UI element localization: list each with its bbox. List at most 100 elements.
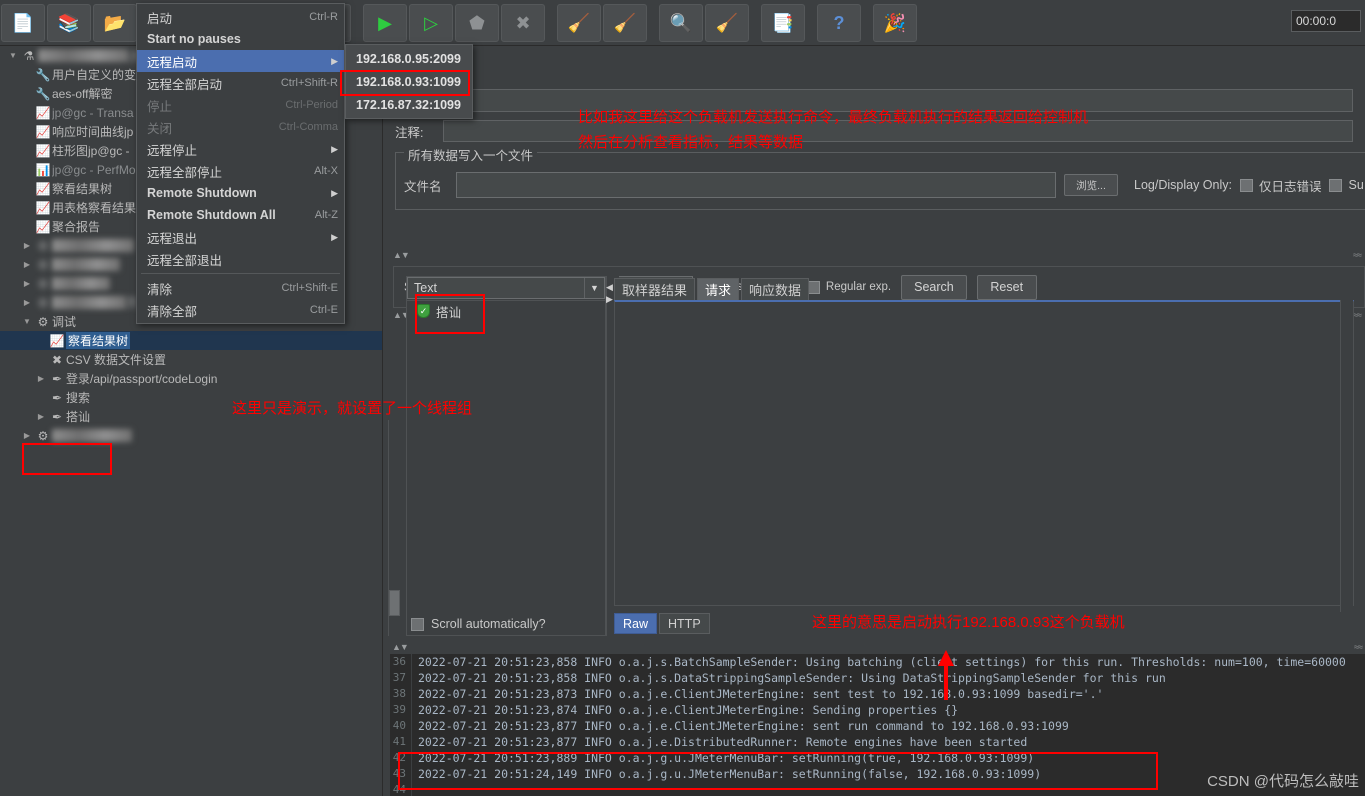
templates-icon: 📚 <box>58 14 80 32</box>
splitter-grip-icon-3[interactable]: ≈≈ <box>1354 642 1362 652</box>
chevron-right-icon[interactable]: ▶ <box>20 298 34 307</box>
chevron-right-icon[interactable]: ▶ <box>20 279 34 288</box>
log-line: 372022-07-21 20:51:23,858 INFO o.a.j.s.D… <box>390 670 1365 686</box>
log-line-text: 2022-07-21 20:51:23,858 INFO o.a.j.s.Dat… <box>412 670 1166 686</box>
menu-remote-start-all[interactable]: 远程全部启动Ctrl+Shift-R <box>137 72 344 94</box>
start-no-pauses-button[interactable]: ▷ <box>409 4 453 42</box>
result-list-item[interactable]: ✓搭讪 <box>407 301 605 321</box>
reset-search-icon: 🧹 <box>716 14 738 32</box>
config-icon: 🔧 <box>34 68 52 82</box>
successes-only-checkbox-row[interactable]: Su <box>1329 178 1363 192</box>
log-line-number: 38 <box>390 686 412 702</box>
remote-host-93[interactable]: 192.168.0.93:1099 <box>346 70 472 93</box>
menu-remote-stop[interactable]: 远程停止▶ <box>137 138 344 160</box>
results-tree-panel: Text ▼ ✓搭讪 Scroll automatically? <box>406 276 606 636</box>
results-list[interactable]: ✓搭讪 <box>407 300 605 605</box>
start-icon: ▶ <box>378 14 392 32</box>
scroll-automatically-row[interactable]: Scroll automatically? <box>411 617 546 631</box>
chevron-down-icon[interactable]: ▼ <box>6 51 20 60</box>
clear-button[interactable]: 🧹 <box>557 4 601 42</box>
menu-item-label: 停止 <box>147 96 271 115</box>
raw-http-subtabs[interactable]: RawHTTP <box>614 613 712 634</box>
splitter-arrows-icon[interactable]: ▲▼ <box>393 250 409 260</box>
tree-item[interactable]: ▶✒登录/api/passport/codeLogin <box>0 369 382 388</box>
chevron-right-icon[interactable]: ▶ <box>20 241 34 250</box>
menu-remote-shutdown[interactable]: Remote Shutdown▶ <box>137 182 344 204</box>
tree-item-label: 搜索 <box>66 389 90 406</box>
menu-start-no-pauses[interactable]: Start no pauses <box>137 28 344 50</box>
elapsed-time-clock: 00:00:0 <box>1291 10 1361 32</box>
request-content-area[interactable] <box>614 300 1354 606</box>
shutdown-button[interactable]: ✖ <box>501 4 545 42</box>
request-vertical-scrollbar[interactable] <box>1340 300 1353 612</box>
subtab-http[interactable]: HTTP <box>659 613 710 634</box>
menu-remote-shutdown-all[interactable]: Remote Shutdown All Alt-Z <box>137 204 344 226</box>
chevron-right-icon[interactable]: ▶ <box>20 260 34 269</box>
run-menu[interactable]: 启动Ctrl-RStart no pauses远程启动▶远程全部启动Ctrl+S… <box>136 3 345 324</box>
result-tabstrip[interactable]: 取样器结果请求响应数据 <box>614 276 1354 300</box>
listener-icon: 📈 <box>34 182 52 196</box>
undo-button[interactable]: 🎉 <box>873 4 917 42</box>
tab-sampler-result[interactable]: 取样器结果 <box>614 278 695 300</box>
clear-all-button[interactable]: 🧹 <box>603 4 647 42</box>
splitter-log[interactable]: ▲▼ ≈≈ <box>392 642 1362 652</box>
remote-start-submenu[interactable]: 192.168.0.95:2099192.168.0.93:1099172.16… <box>345 44 473 119</box>
results-render-combo[interactable]: Text ▼ <box>407 277 605 299</box>
splitter-grip-icon[interactable]: ≈≈ <box>1353 250 1361 260</box>
menu-remote-stop-all[interactable]: 远程全部停止Alt-X <box>137 160 344 182</box>
menu-remote-exit[interactable]: 远程退出▶ <box>137 226 344 248</box>
log-line-number: 36 <box>390 654 412 670</box>
tree-item[interactable]: ✖CSV 数据文件设置 <box>0 350 382 369</box>
splitter-right-arrow-icon[interactable]: ▶ <box>606 294 613 305</box>
splitter-top[interactable]: ▲▼ ≈≈ <box>393 250 1361 260</box>
errors-only-checkbox[interactable] <box>1240 179 1253 192</box>
remote-host-32[interactable]: 172.16.87.32:1099 <box>346 93 472 116</box>
config-icon: 🔧 <box>34 87 52 101</box>
menu-item-shortcut: Alt-Z <box>315 209 338 221</box>
stop-button[interactable]: ⬟ <box>455 4 499 42</box>
menu-clear-all[interactable]: 清除全部Ctrl-E <box>137 299 344 321</box>
chevron-right-icon[interactable]: ▶ <box>34 374 48 383</box>
menu-remote-start[interactable]: 远程启动▶ <box>137 50 344 72</box>
new-button[interactable]: 📄 <box>1 4 45 42</box>
listener-icon: 📈 <box>34 201 52 215</box>
chevron-down-icon[interactable]: ▼ <box>584 278 604 298</box>
chevron-right-icon: ▶ <box>331 56 338 67</box>
menu-clear[interactable]: 清除Ctrl+Shift-E <box>137 277 344 299</box>
tab-request[interactable]: 请求 <box>697 278 739 300</box>
successes-only-checkbox[interactable] <box>1329 179 1342 192</box>
splitter-arrows-icon-3[interactable]: ▲▼ <box>392 642 408 652</box>
menu-item-label: Remote Shutdown All <box>147 208 301 222</box>
content-scrollbar-thumb[interactable] <box>389 590 400 616</box>
help-button[interactable]: ? <box>817 4 861 42</box>
remote-host-95[interactable]: 192.168.0.95:2099 <box>346 47 472 70</box>
chevron-down-icon[interactable]: ▼ <box>20 317 34 326</box>
tree-item[interactable]: 📈察看结果树 <box>0 331 382 350</box>
redacted-label <box>52 429 132 442</box>
errors-only-checkbox-row[interactable]: 仅日志错误 <box>1240 176 1322 195</box>
listener-icon: 📈 <box>34 144 52 158</box>
tree-item-label: 搭讪 <box>66 408 90 425</box>
annotation-text-2: 然后在分析查看指标，结果等数据 <box>578 131 803 152</box>
menu-remote-exit-all[interactable]: 远程全部退出 <box>137 248 344 270</box>
redacted-label <box>52 277 110 290</box>
filename-input[interactable] <box>456 172 1056 198</box>
subtab-raw[interactable]: Raw <box>614 613 657 634</box>
function-helper-button[interactable]: 📑 <box>761 4 805 42</box>
help-icon: ? <box>834 14 845 32</box>
chevron-right-icon[interactable]: ▶ <box>20 431 34 440</box>
browse-button[interactable]: 浏览... <box>1064 174 1118 196</box>
open-button[interactable]: 📂 <box>93 4 137 42</box>
menu-start[interactable]: 启动Ctrl-R <box>137 6 344 28</box>
splitter-left-arrow-icon[interactable]: ◀ <box>606 282 613 293</box>
reset-search-button[interactable]: 🧹 <box>705 4 749 42</box>
start-button[interactable]: ▶ <box>363 4 407 42</box>
tree-item[interactable]: ▶⚙ <box>0 426 382 445</box>
scroll-automatically-checkbox[interactable] <box>411 618 424 631</box>
chevron-right-icon[interactable]: ▶ <box>34 412 48 421</box>
listener-icon: 📈 <box>48 334 66 348</box>
splitter-grip-icon-2[interactable]: ≈≈ <box>1353 310 1361 320</box>
search-button[interactable]: 🔍 <box>659 4 703 42</box>
tab-response-data[interactable]: 响应数据 <box>741 278 809 300</box>
templates-button[interactable]: 📚 <box>47 4 91 42</box>
